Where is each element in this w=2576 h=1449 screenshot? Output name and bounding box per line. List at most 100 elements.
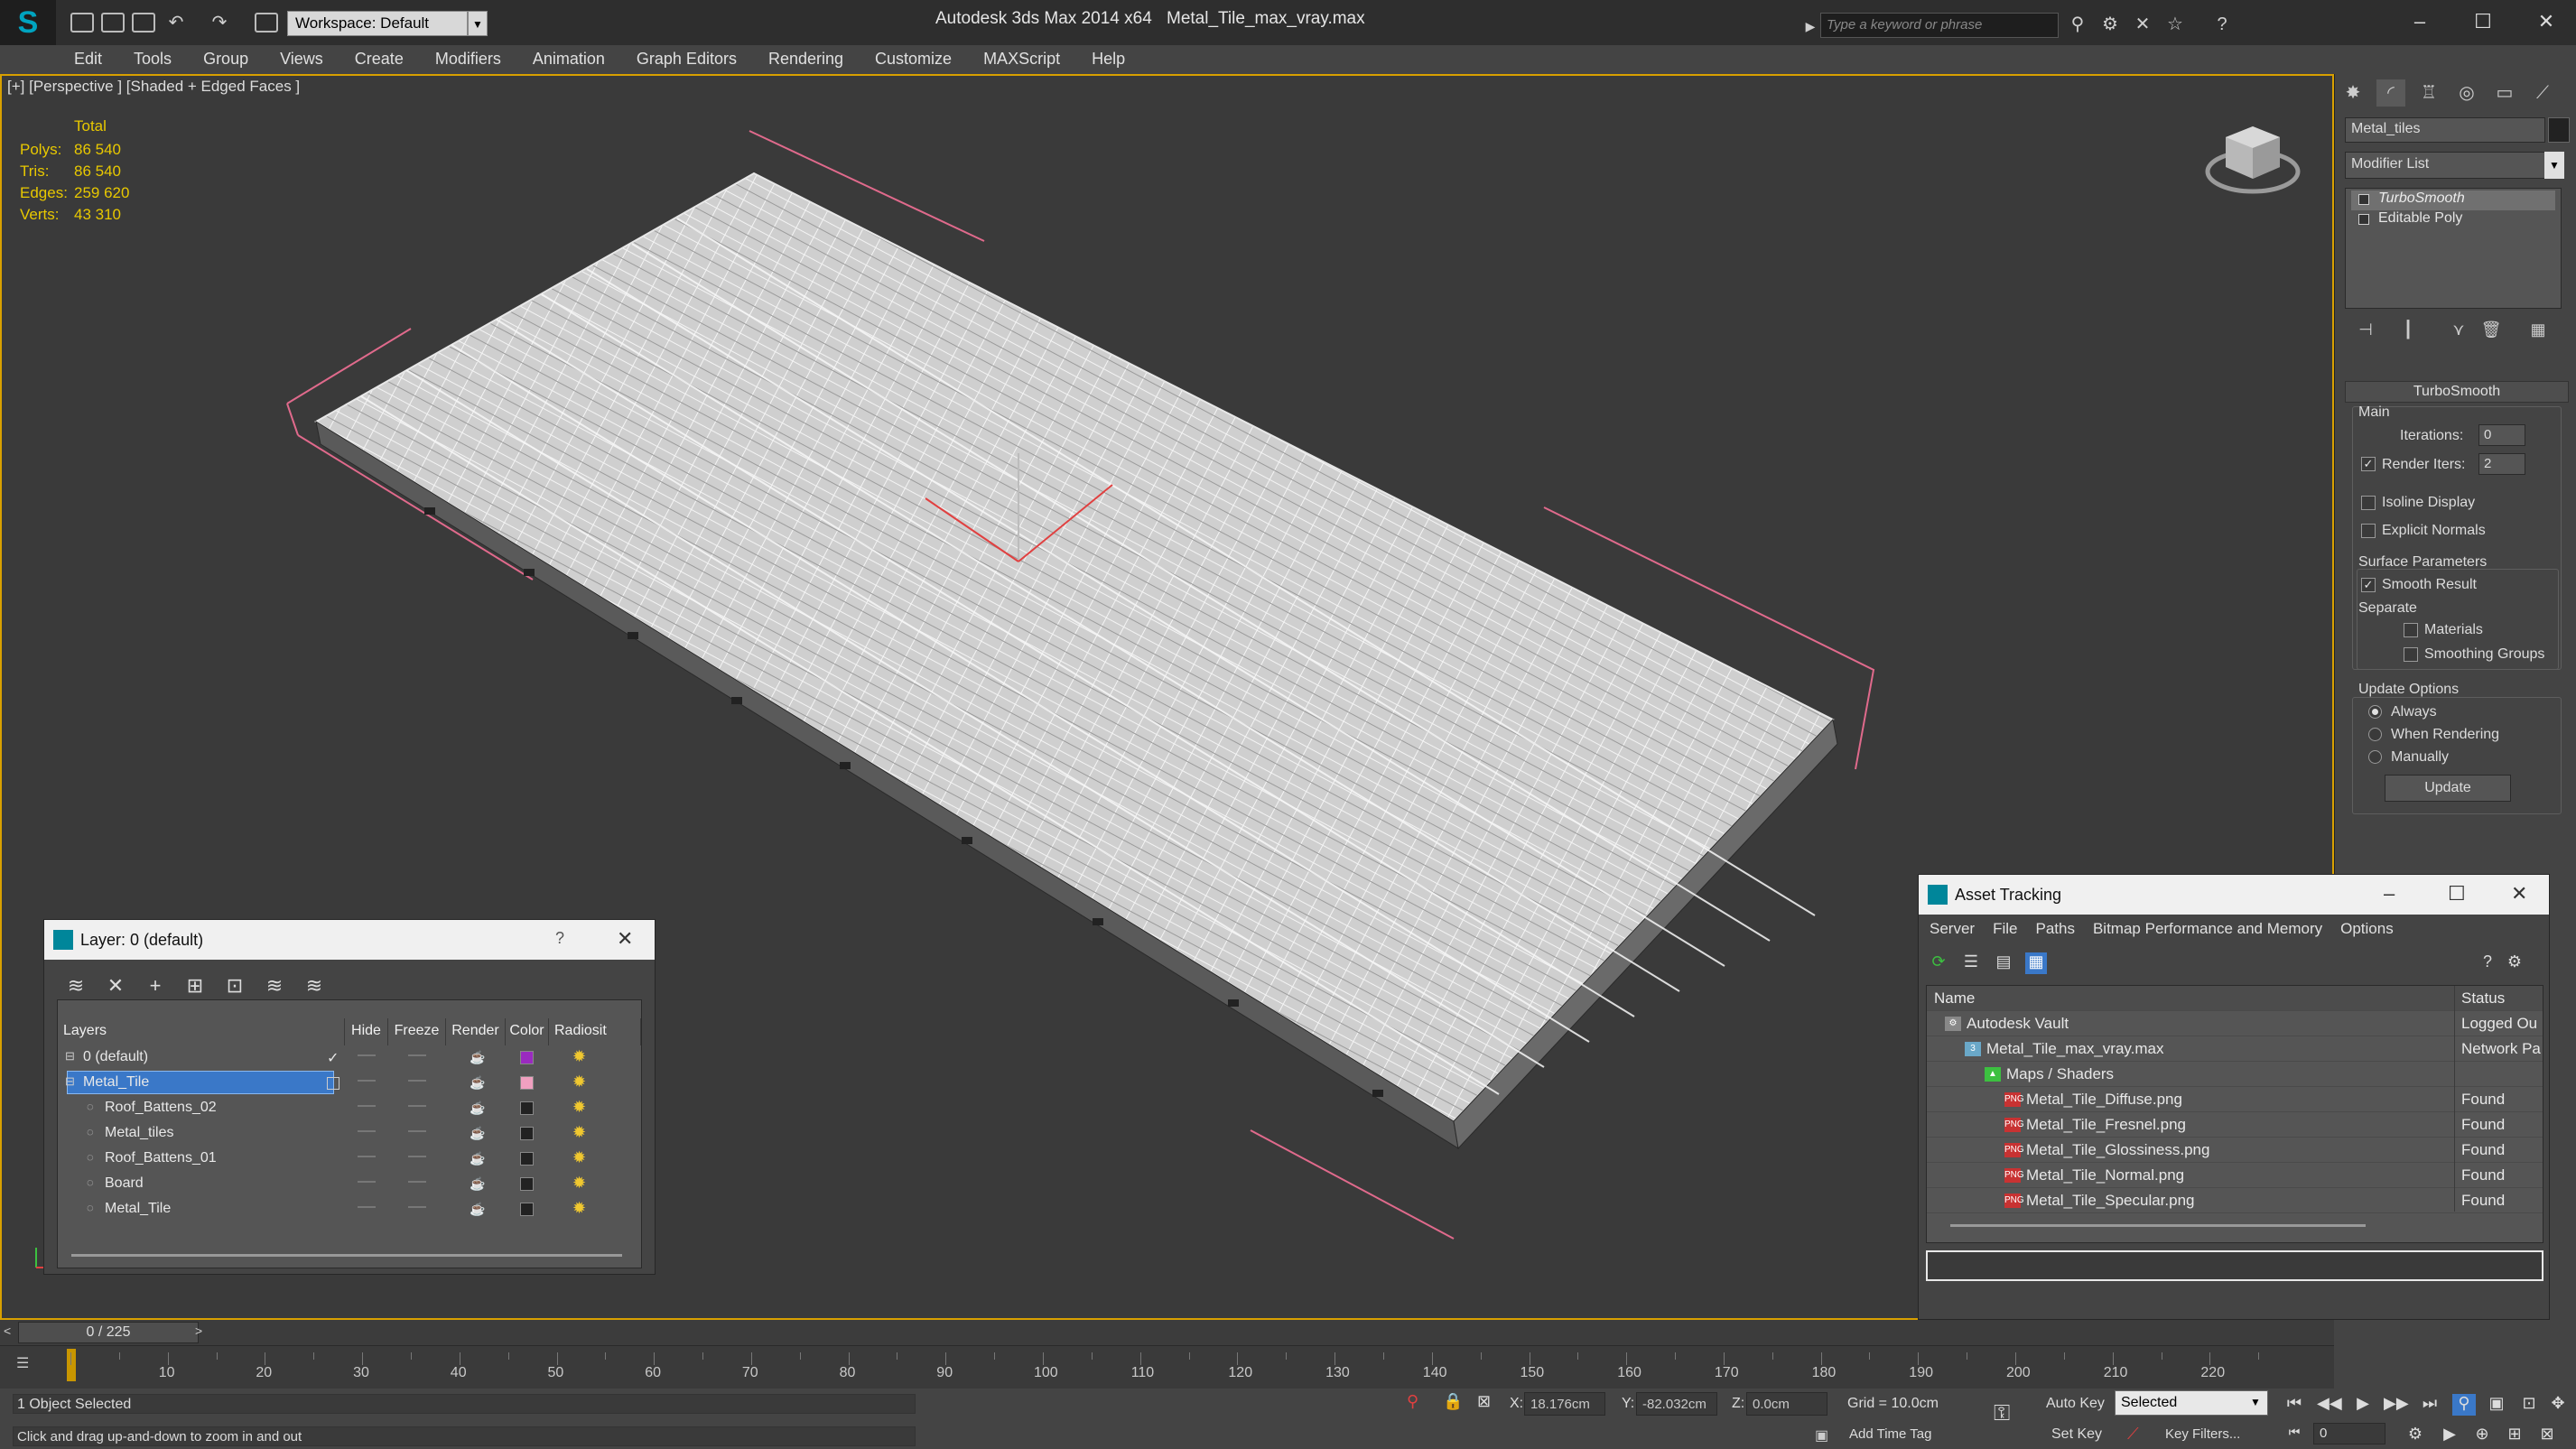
render-toggle-icon[interactable]: ☕	[470, 1076, 485, 1089]
expand-arrow-icon[interactable]: ▶	[1800, 16, 1820, 36]
next-frame-icon[interactable]: ▶▶	[2384, 1394, 2409, 1416]
layer-expand-icon[interactable]: ◌	[87, 1100, 94, 1113]
layer-row[interactable]: ◌ Metal_Tile ☕ ✹	[58, 1197, 641, 1222]
table-view-icon[interactable]: ▦	[2025, 952, 2047, 974]
toggle-maximize-icon[interactable]: ⊠	[2535, 1425, 2559, 1446]
y-coordinate-field[interactable]: -82.032cm	[1636, 1392, 1717, 1416]
show-end-result-icon[interactable]: ┃	[2395, 320, 2422, 344]
absolute-mode-icon[interactable]: ⊠	[1477, 1392, 1491, 1411]
layer-color-swatch[interactable]	[520, 1051, 534, 1064]
layer-color-swatch[interactable]	[520, 1152, 534, 1166]
viewcube-icon[interactable]	[2203, 117, 2302, 199]
refresh-icon[interactable]: ⟳	[1928, 952, 1949, 974]
isoline-display-checkbox[interactable]	[2361, 496, 2376, 510]
turbosmooth-rollout[interactable]: TurboSmooth	[2345, 381, 2569, 403]
radiosity-icon[interactable]: ✹	[572, 1073, 592, 1091]
menu-file[interactable]: File	[1993, 920, 2017, 938]
modifier-list-dropdown[interactable]: Modifier List	[2345, 152, 2562, 179]
delete-layer-icon[interactable]: ✕	[102, 974, 129, 999]
materials-checkbox[interactable]	[2404, 623, 2418, 637]
search-input[interactable]: Type a keyword or phrase	[1820, 13, 2059, 38]
layer-expand-icon[interactable]: ◌	[87, 1150, 94, 1164]
hide-all-layers-icon[interactable]: ≋	[261, 974, 288, 999]
current-frame-field[interactable]: 0	[2313, 1423, 2385, 1444]
horizontal-scrollbar[interactable]	[1950, 1224, 2366, 1227]
update-rendering-radio[interactable]	[2368, 728, 2382, 741]
hide-toggle[interactable]	[358, 1054, 376, 1056]
isolate-selection-icon[interactable]: ⚲	[1407, 1392, 1418, 1411]
column-header[interactable]: Render	[446, 1018, 506, 1045]
column-header[interactable]: Layers	[58, 1018, 345, 1045]
object-name-field[interactable]: Metal_tiles	[2345, 117, 2545, 143]
save-file-icon[interactable]	[132, 13, 155, 33]
smooth-result-checkbox[interactable]: ✓	[2361, 578, 2376, 592]
freeze-toggle[interactable]	[408, 1105, 426, 1107]
auto-key-button[interactable]: Auto Key	[2046, 1396, 2105, 1412]
smoothing-groups-checkbox[interactable]	[2404, 647, 2418, 662]
chevron-down-icon[interactable]: ▼	[2250, 1396, 2261, 1408]
current-layer-check-icon[interactable]: ✓	[327, 1049, 339, 1067]
menu-paths[interactable]: Paths	[2035, 920, 2074, 938]
asset-row[interactable]: PNG Metal_Tile_Diffuse.png Found	[1927, 1087, 2543, 1112]
workspace-dropdown[interactable]: Workspace: Default	[287, 11, 468, 36]
layer-row[interactable]: ◌ Roof_Battens_02 ☕ ✹	[58, 1096, 641, 1121]
asset-row[interactable]: PNG Metal_Tile_Fresnel.png Found	[1927, 1112, 2543, 1138]
mini-curve-editor-icon[interactable]: ☰	[16, 1354, 38, 1374]
layer-name[interactable]: 0 (default)	[83, 1049, 148, 1065]
key-filters-button[interactable]: Key Filters...	[2165, 1426, 2240, 1442]
redo-icon[interactable]: ↷	[209, 13, 229, 33]
freeze-toggle[interactable]	[408, 1206, 426, 1208]
column-header[interactable]: Radiosit	[549, 1018, 641, 1045]
radiosity-icon[interactable]: ✹	[572, 1099, 592, 1117]
utilities-tab-icon[interactable]: ⟋	[2528, 79, 2557, 107]
menu-modifiers[interactable]: Modifiers	[435, 50, 501, 69]
configure-sets-icon[interactable]: ▦	[2525, 320, 2552, 344]
app-menu-button[interactable]: S	[0, 0, 56, 45]
update-button[interactable]: Update	[2385, 775, 2511, 802]
go-to-start-icon[interactable]: ⏮	[2283, 1394, 2306, 1416]
chevron-down-icon[interactable]: ▼	[468, 11, 488, 36]
highlight-layer-icon[interactable]: ⊡	[221, 974, 248, 999]
new-file-icon[interactable]	[70, 13, 94, 33]
close-icon[interactable]: ✕	[2511, 882, 2527, 906]
explicit-normals-checkbox[interactable]	[2361, 524, 2376, 538]
display-tab-icon[interactable]: ▭	[2490, 79, 2519, 107]
object-color-swatch[interactable]	[2548, 117, 2570, 143]
asset-row[interactable]: ▲ Maps / Shaders	[1927, 1062, 2543, 1087]
layer-color-swatch[interactable]	[520, 1127, 534, 1140]
stack-item-turbosmooth[interactable]: TurboSmooth	[2351, 190, 2555, 210]
close-icon[interactable]: ✕	[2519, 5, 2573, 38]
play-icon[interactable]: ▶	[2351, 1394, 2375, 1416]
menu-group[interactable]: Group	[203, 50, 248, 69]
layer-expand-icon[interactable]: ◌	[87, 1201, 94, 1214]
freeze-toggle[interactable]	[408, 1080, 426, 1082]
zoom-icon[interactable]: ⚲	[2452, 1394, 2476, 1416]
column-header[interactable]: Color	[506, 1018, 549, 1045]
chevron-down-icon[interactable]: ▼	[2544, 152, 2564, 179]
hide-toggle[interactable]	[358, 1206, 376, 1208]
layer-row[interactable]: ◌ Board ☕ ✹	[58, 1172, 641, 1197]
hide-toggle[interactable]	[358, 1080, 376, 1082]
column-header[interactable]: Freeze	[388, 1018, 446, 1045]
previous-frame-icon[interactable]: ◀◀	[2317, 1394, 2342, 1416]
set-current-icon[interactable]	[327, 1077, 339, 1090]
time-slider[interactable]	[0, 1320, 2334, 1345]
minimize-icon[interactable]: –	[2393, 5, 2447, 38]
menu-customize[interactable]: Customize	[875, 50, 952, 69]
column-header[interactable]: Status	[2461, 989, 2505, 1008]
maximize-icon[interactable]: ☐	[2448, 882, 2466, 906]
render-toggle-icon[interactable]: ☕	[470, 1051, 485, 1064]
asset-row[interactable]: PNG Metal_Tile_Glossiness.png Found	[1927, 1138, 2543, 1163]
maximize-icon[interactable]: ☐	[2456, 5, 2510, 38]
radiosity-icon[interactable]: ✹	[572, 1149, 592, 1167]
track-bar[interactable]	[0, 1345, 2334, 1389]
create-tab-icon[interactable]: ✸	[2339, 79, 2367, 107]
key-filter-dropdown[interactable]: Selected	[2115, 1390, 2268, 1416]
prev-frame-icon[interactable]: <	[4, 1324, 11, 1338]
light-bulb-icon[interactable]	[2358, 194, 2369, 205]
key-mode-toggle-icon[interactable]: ⏮	[2283, 1425, 2306, 1446]
menu-help[interactable]: Help	[1092, 50, 1125, 69]
time-config-icon[interactable]: ⚙	[2404, 1425, 2427, 1446]
freeze-toggle[interactable]	[408, 1130, 426, 1132]
hide-toggle[interactable]	[358, 1156, 376, 1157]
